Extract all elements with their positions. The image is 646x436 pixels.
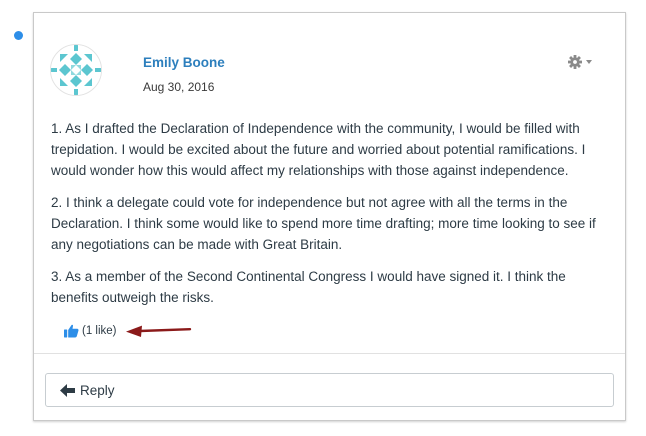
entry-message-body: 1. As I drafted the Declaration of Indep…: [51, 118, 611, 319]
discussion-entry-card: Emily Boone Aug 30, 2016 1. As I drafted…: [33, 12, 626, 421]
discussion-view: Emily Boone Aug 30, 2016 1. As I drafted…: [0, 0, 646, 436]
reply-button[interactable]: Reply: [45, 373, 614, 407]
entry-paragraph: 2. I think a delegate could vote for ind…: [51, 195, 596, 252]
thumbs-up-icon: [64, 324, 79, 338]
avatar[interactable]: [50, 44, 102, 96]
red-arrow-annotation: [126, 325, 192, 337]
reply-arrow-icon: [60, 383, 75, 397]
entry-date: Aug 30, 2016: [143, 80, 215, 94]
entry-paragraph: 1. As I drafted the Declaration of Indep…: [51, 121, 586, 178]
author-name-link[interactable]: Emily Boone: [143, 55, 225, 70]
unread-indicator-dot: [14, 31, 23, 40]
entry-paragraph: 3. As a member of the Second Continental…: [51, 269, 566, 305]
entry-options-menu[interactable]: [567, 54, 597, 70]
chevron-down-icon: [586, 60, 592, 64]
like-count: (1 like): [82, 325, 117, 337]
gear-icon: [568, 55, 582, 69]
like-button[interactable]: (1 like): [64, 322, 117, 340]
reply-label: Reply: [80, 382, 115, 398]
